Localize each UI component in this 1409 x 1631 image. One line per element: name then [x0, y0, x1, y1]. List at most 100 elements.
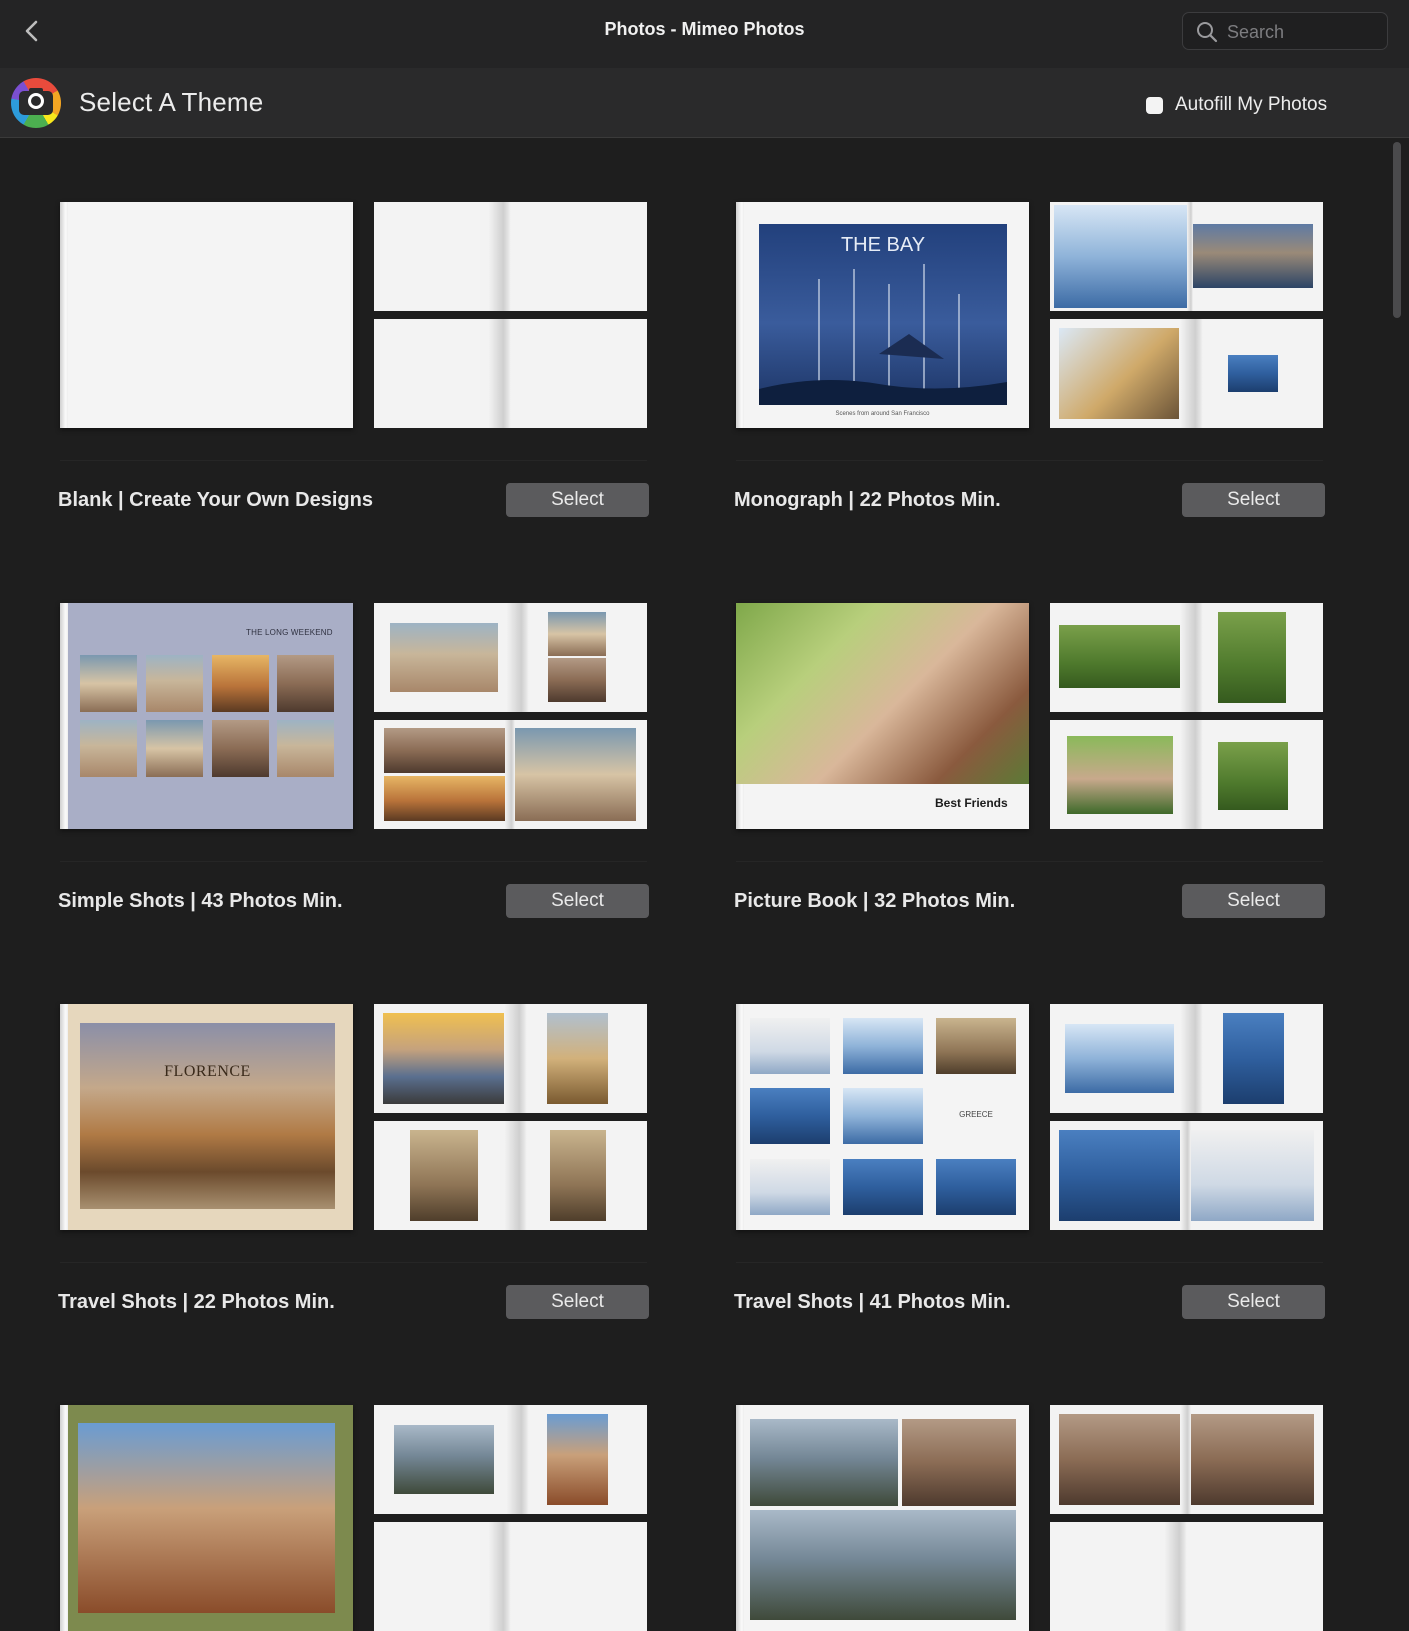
spread-photo: [1059, 328, 1179, 419]
cover-photo: [843, 1088, 923, 1144]
theme-spread: [1050, 603, 1323, 712]
theme-card-desert[interactable]: [60, 1405, 650, 1631]
app-logo: [11, 78, 61, 128]
cover-caption: Scenes from around San Francisco: [835, 411, 930, 417]
cover-photo: [936, 1159, 1016, 1215]
theme-title: Simple Shots | 43 Photos Min.: [58, 890, 343, 912]
cover-photo: [146, 720, 203, 777]
theme-card-simple-shots[interactable]: THE LONG WEEKEND Simple Shots | 43 Photo…: [58, 603, 650, 933]
theme-spread: [374, 319, 647, 428]
spread-photo: [1191, 1414, 1314, 1505]
spread-photo: [515, 728, 636, 821]
theme-spread: [374, 1121, 647, 1230]
theme-card-family[interactable]: [736, 1405, 1326, 1631]
spread-photo: [1223, 1013, 1284, 1104]
spread-photo: [1228, 355, 1278, 392]
search-box[interactable]: [1182, 12, 1388, 50]
theme-cover: Best Friends: [736, 603, 1029, 829]
theme-cover: THE LONG WEEKEND: [60, 603, 353, 829]
theme-cover: [60, 1405, 353, 1631]
theme-card-monograph[interactable]: THE BAY Scenes from around San Francisco…: [734, 202, 1326, 532]
theme-title: Travel Shots | 22 Photos Min.: [58, 1291, 335, 1313]
spread-photo: [548, 658, 606, 702]
spread-photo: [1065, 1024, 1174, 1093]
section-title: Select A Theme: [79, 87, 264, 117]
theme-spread: [374, 1405, 647, 1514]
cover-photo: [212, 720, 269, 777]
scrollbar-thumb[interactable]: [1393, 142, 1401, 318]
theme-spread: [1050, 319, 1323, 428]
theme-cover: GREECE: [736, 1004, 1029, 1230]
theme-spread: [374, 1004, 647, 1113]
spread-photo: [390, 623, 498, 692]
spread-photo: [550, 1130, 606, 1221]
spread-photo: [1193, 224, 1313, 288]
cover-photo: [212, 655, 269, 712]
cover-photo: [902, 1419, 1016, 1506]
cover-title: THE BAY: [840, 234, 926, 256]
cover-photo: [80, 655, 137, 712]
spread-photo: [1218, 742, 1288, 810]
theme-toolbar: Select A Theme Autofill My Photos: [0, 68, 1409, 138]
cover-photo: [936, 1018, 1016, 1074]
search-input[interactable]: [1227, 19, 1377, 45]
cover-photo: [277, 655, 334, 712]
spread-photo: [384, 776, 505, 821]
select-button[interactable]: Select: [1182, 884, 1325, 918]
cover-photo: [277, 720, 334, 777]
theme-cover: FLORENCE: [60, 1004, 353, 1230]
select-button[interactable]: Select: [506, 884, 649, 918]
theme-card-blank[interactable]: Blank | Create Your Own Designs Select: [58, 202, 650, 532]
spread-photo: [383, 1013, 504, 1104]
spread-photo: [410, 1130, 478, 1221]
cover-photo: [78, 1423, 335, 1613]
cover-title: GREECE: [959, 1110, 993, 1119]
search-icon: [1197, 22, 1218, 43]
cover-photo: [843, 1159, 923, 1215]
theme-spread: [374, 202, 647, 311]
select-button[interactable]: Select: [1182, 1285, 1325, 1319]
theme-spread: [374, 603, 647, 712]
spread-photo: [547, 1013, 608, 1104]
select-button[interactable]: Select: [1182, 483, 1325, 517]
theme-title: Blank | Create Your Own Designs: [58, 489, 373, 511]
theme-card-picture-book[interactable]: Best Friends Picture Book | 32 Photos Mi…: [734, 603, 1326, 933]
theme-spread: [374, 720, 647, 829]
spread-photo: [1218, 612, 1286, 703]
spread-photo: [394, 1425, 494, 1494]
cover-photo: FLORENCE: [80, 1023, 335, 1209]
cover-photo: [843, 1018, 923, 1074]
cover-title: THE LONG WEEKEND: [246, 628, 333, 637]
spread-photo: [1191, 1130, 1314, 1221]
theme-spread: [1050, 720, 1323, 829]
theme-spread: [1050, 1522, 1323, 1631]
spread-photo: [1067, 736, 1173, 814]
select-button[interactable]: Select: [506, 1285, 649, 1319]
spread-photo: [1059, 1130, 1180, 1221]
spread-photo: [1054, 205, 1187, 308]
autofill-checkbox[interactable]: [1146, 96, 1163, 114]
theme-cover: [60, 202, 353, 428]
cover-photo: [736, 603, 1029, 784]
spread-photo: [548, 612, 606, 656]
select-button[interactable]: Select: [506, 483, 649, 517]
theme-spread: [1050, 202, 1323, 311]
theme-card-travel-shots-22[interactable]: FLORENCE Travel Shots | 22 Photos Min. S…: [58, 1004, 650, 1334]
spread-photo: [1059, 625, 1180, 688]
cover-photo: [750, 1018, 830, 1074]
theme-spread: [1050, 1121, 1323, 1230]
theme-title: Picture Book | 32 Photos Min.: [734, 890, 1016, 912]
autofill-label: Autofill My Photos: [1175, 94, 1328, 115]
theme-spread: [1050, 1004, 1323, 1113]
cover-photo: [750, 1088, 830, 1144]
autofill-toggle[interactable]: Autofill My Photos: [1146, 94, 1327, 116]
cover-title: FLORENCE: [164, 1063, 251, 1080]
theme-spread: [374, 1522, 647, 1631]
cover-title: Best Friends: [935, 796, 1008, 810]
cover-photo: [146, 655, 203, 712]
theme-cover: THE BAY Scenes from around San Francisco: [736, 202, 1029, 428]
theme-card-travel-shots-41[interactable]: GREECE Travel Shots | 41 Photos Min. Sel…: [734, 1004, 1326, 1334]
theme-spread: [1050, 1405, 1323, 1514]
cover-photo: [750, 1419, 898, 1506]
theme-cover: [736, 1405, 1029, 1631]
